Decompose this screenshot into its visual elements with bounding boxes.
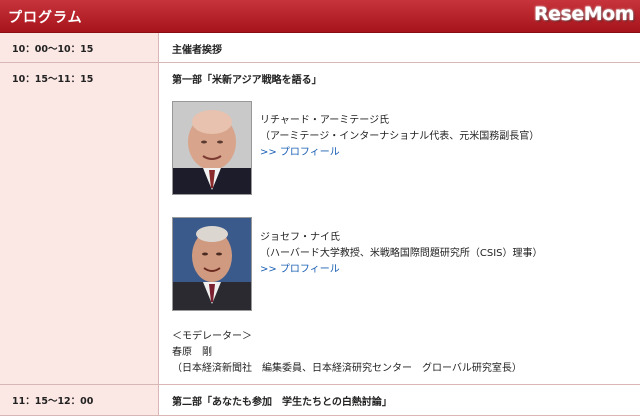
- profile-link-armitage[interactable]: >> プロフィール: [260, 143, 340, 158]
- program-row: 10：15〜11：15 第一部「米新アジア戦略を語る」 リチャード・アーミテージ…: [0, 63, 640, 385]
- time-slot: 10：00〜10：15: [12, 44, 94, 55]
- program-row: 10：00〜10：15 主催者挨拶: [0, 33, 640, 63]
- speaker-name: ジョセフ・ナイ氏: [260, 232, 340, 243]
- moderator-affiliation: （日本経済新聞社 編集委員、日本経済研究センター グローバル研究室長）: [172, 363, 522, 374]
- site-logo: ReseMom: [534, 3, 634, 25]
- portrait-image: [173, 102, 251, 194]
- speaker-affiliation: （ハーバード大学教授、米戦略国際問題研究所（CSIS）理事）: [260, 248, 543, 259]
- session-title: 第一部「米新アジア戦略を語る」: [172, 75, 322, 86]
- moderator-label: ＜モデレーター＞: [172, 331, 252, 342]
- speaker-photo-nye: [172, 217, 252, 311]
- speaker-name: リチャード・アーミテージ氏: [260, 115, 390, 126]
- time-slot: 10：15〜11：15: [12, 74, 94, 85]
- session-title: 主催者挨拶: [172, 45, 222, 56]
- time-cell: 10：15〜11：15: [0, 63, 159, 384]
- program-row: 11：15〜12：00 第二部「あなたも参加 学生たちとの白熱討論」: [0, 385, 640, 416]
- profile-link-nye[interactable]: >> プロフィール: [260, 260, 340, 275]
- time-slot: 11：15〜12：00: [12, 396, 94, 407]
- moderator-name: 春原 剛: [172, 347, 212, 358]
- speaker-photo-armitage: [172, 101, 252, 195]
- speaker-affiliation: （アーミテージ・インターナショナル代表、元米国務副長官）: [260, 131, 540, 142]
- time-cell: 11：15〜12：00: [0, 385, 159, 415]
- header-title: プログラム: [8, 10, 83, 26]
- time-cell: 10：00〜10：15: [0, 33, 159, 62]
- session-title: 第二部「あなたも参加 学生たちとの白熱討論」: [172, 397, 392, 408]
- header-bar: プログラム ReseMom: [0, 0, 640, 33]
- portrait-image: [173, 218, 251, 310]
